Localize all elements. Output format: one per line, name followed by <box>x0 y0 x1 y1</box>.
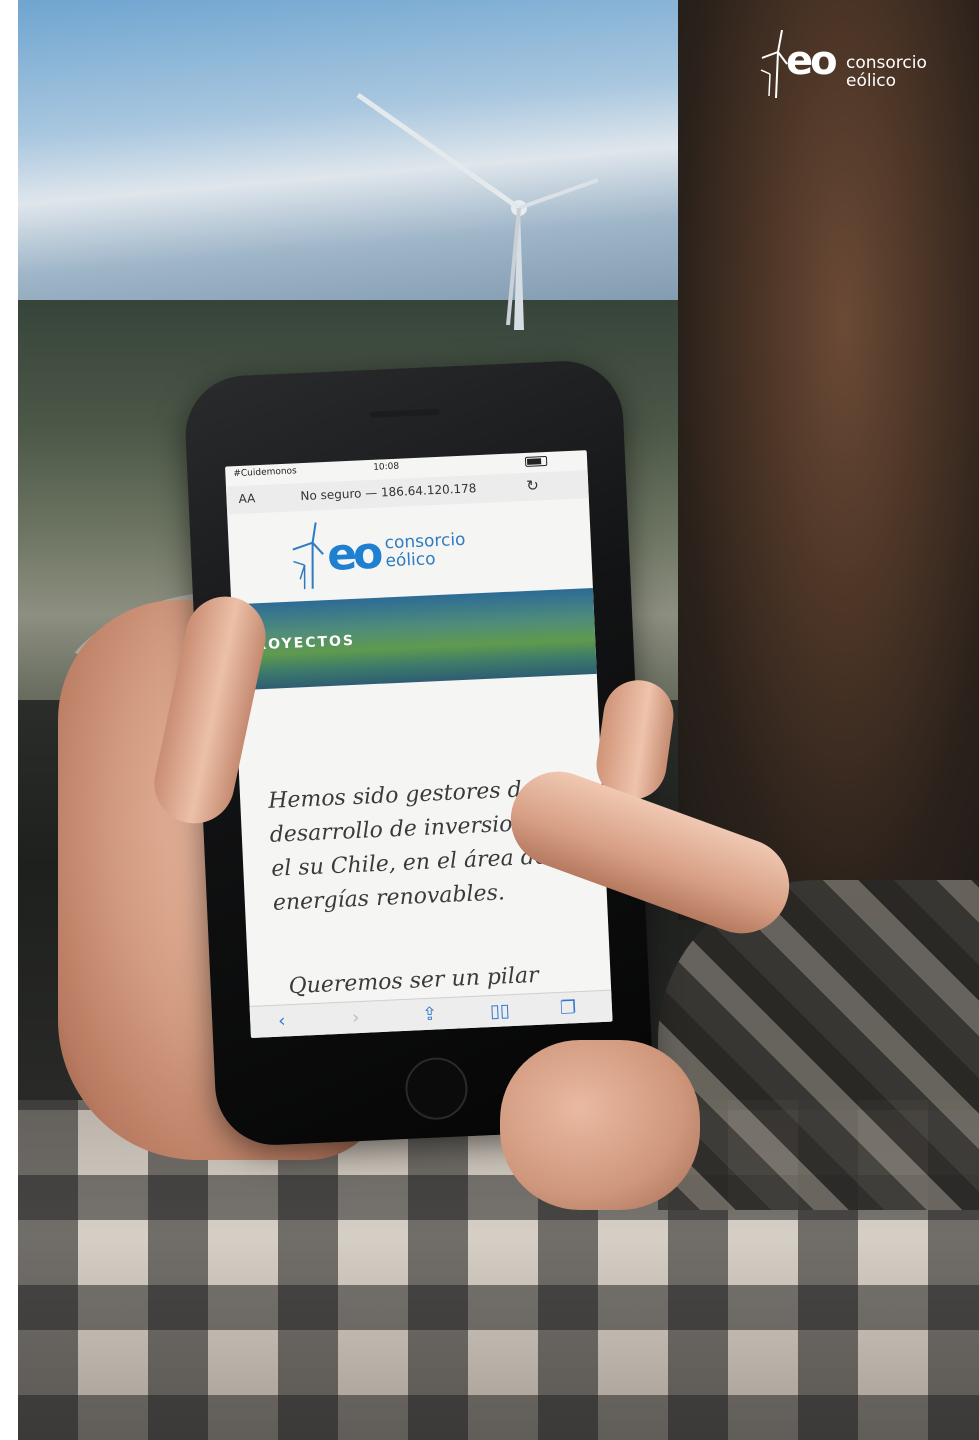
share-icon[interactable]: ⇪ <box>422 1004 438 1026</box>
smartphone: #Cuidemonos 10:08 AA No seguro — 186.64.… <box>182 358 656 1148</box>
logo-mark: eo <box>326 527 381 581</box>
bookmarks-icon[interactable]: ▯▯ <box>490 1000 511 1022</box>
forward-icon[interactable]: › <box>352 1007 360 1028</box>
right-hand <box>500 1040 700 1210</box>
brand-line2: eólico <box>846 71 897 91</box>
hero-banner[interactable]: PROYECTOS <box>231 587 597 691</box>
home-button[interactable] <box>404 1056 469 1121</box>
brand-logo: eo consorcio eólico <box>760 30 960 100</box>
brand-line1: consorcio <box>846 53 927 73</box>
phone-earpiece <box>369 408 440 418</box>
brand-mark: eo <box>786 38 838 84</box>
person-head <box>678 0 979 920</box>
url-text[interactable]: No seguro — 186.64.120.178 <box>300 481 477 503</box>
reload-icon[interactable]: ↻ <box>526 476 539 495</box>
back-icon[interactable]: ‹ <box>278 1010 286 1031</box>
carrier-label: #Cuidemonos <box>233 466 298 480</box>
logo-line2: eólico <box>385 549 436 572</box>
phone-screen: #Cuidemonos 10:08 AA No seguro — 186.64.… <box>225 450 613 1038</box>
tabs-icon[interactable]: ❐ <box>559 997 576 1019</box>
site-logo[interactable]: eo consorcio eólico <box>288 510 541 591</box>
battery-icon <box>524 455 548 467</box>
shoulder <box>658 880 979 1210</box>
clock: 10:08 <box>373 461 400 473</box>
text-size-button[interactable]: AA <box>238 491 255 506</box>
turbine-logo-icon <box>292 522 324 590</box>
wind-turbine <box>356 92 599 330</box>
